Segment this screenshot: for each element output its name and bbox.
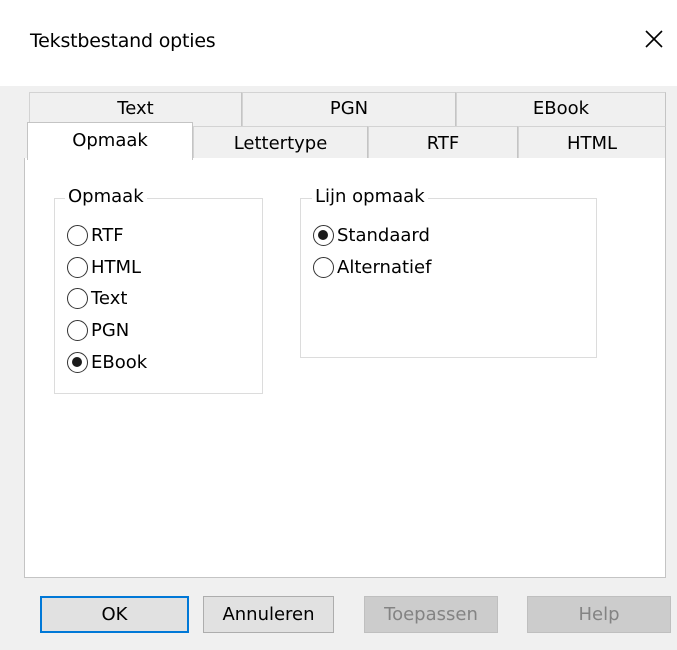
title-bar: Tekstbestand opties [0,0,677,86]
radio-circle-icon [67,319,88,341]
tab-label: HTML [566,133,618,154]
tab-label: EBook [532,98,590,119]
radio-pgn[interactable]: PGN [67,317,129,343]
tab-html[interactable]: HTML [518,126,666,159]
radio-label: RTF [91,224,124,246]
radio-standaard[interactable]: Standaard [313,222,430,248]
tab-label: Opmaak [72,130,148,151]
line-format-group-legend: Lijn opmaak [312,186,428,207]
radio-checked-icon [313,224,334,246]
radio-circle-icon [313,256,334,278]
tab-label: Text [117,98,154,119]
radio-ebook[interactable]: EBook [67,349,147,375]
cancel-button-label: Annuleren [222,604,315,625]
tab-opmaak[interactable]: Opmaak [27,122,193,160]
close-icon[interactable] [641,26,667,52]
radio-checked-icon [67,351,88,373]
radio-label: HTML [91,256,142,278]
format-group-legend: Opmaak [65,186,147,207]
radio-text[interactable]: Text [67,285,127,311]
cancel-button[interactable]: Annuleren [203,596,334,633]
radio-label: Alternatief [337,256,432,278]
tab-ebook[interactable]: EBook [456,92,666,126]
ok-button[interactable]: OK [40,596,189,633]
tab-text[interactable]: Text [29,92,242,126]
line-format-group: Lijn opmaak Standaard Alternatief [300,186,597,358]
apply-button-label: Toepassen [384,604,478,625]
tab-label: PGN [329,98,369,119]
radio-circle-icon [67,224,88,246]
radio-html[interactable]: HTML [67,254,141,280]
tab-panel-opmaak: Opmaak RTF HTML Text PGN EBook Lijn opma… [24,158,666,578]
ok-button-label: OK [101,604,128,625]
tab-label: RTF [426,133,460,154]
tab-pgn[interactable]: PGN [242,92,456,126]
apply-button[interactable]: Toepassen [364,596,498,633]
radio-label: Standaard [337,224,430,246]
format-group: Opmaak RTF HTML Text PGN EBook [54,186,263,394]
radio-label: EBook [91,351,148,373]
radio-label: Text [91,287,128,309]
radio-label: PGN [91,319,130,341]
radio-alternatief[interactable]: Alternatief [313,254,431,280]
window-title: Tekstbestand opties [30,30,216,52]
help-button-label: Help [578,604,620,625]
radio-circle-icon [67,256,88,278]
tab-label: Lettertype [233,133,328,154]
tab-lettertype[interactable]: Lettertype [193,126,368,159]
radio-rtf[interactable]: RTF [67,222,124,248]
radio-circle-icon [67,287,88,309]
tab-rtf[interactable]: RTF [368,126,518,159]
help-button[interactable]: Help [527,596,671,633]
